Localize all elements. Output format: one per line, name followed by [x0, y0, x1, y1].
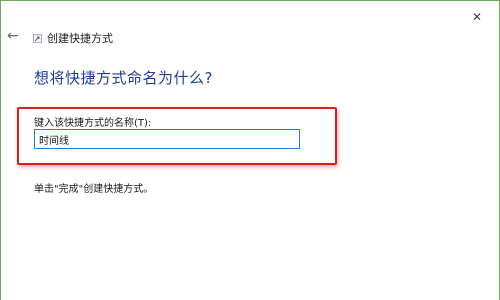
- close-icon[interactable]: ✕: [469, 9, 485, 25]
- finish-hint: 单击"完成"创建快捷方式。: [34, 184, 154, 195]
- wizard-title: 创建快捷方式: [47, 32, 113, 45]
- title-bar: ✕ ← 创建快捷方式: [1, 1, 499, 73]
- shortcut-name-input[interactable]: [34, 129, 300, 149]
- name-field-label: 键入该快捷方式的名称(T):: [34, 118, 152, 129]
- shortcut-wizard-icon: [33, 34, 42, 43]
- create-shortcut-window: ✕ ← 创建快捷方式 想将快捷方式命名为什么? 键入该快捷方式的名称(T): 单…: [0, 0, 500, 300]
- back-arrow-icon[interactable]: ←: [7, 28, 23, 44]
- page-heading: 想将快捷方式命名为什么?: [34, 69, 213, 87]
